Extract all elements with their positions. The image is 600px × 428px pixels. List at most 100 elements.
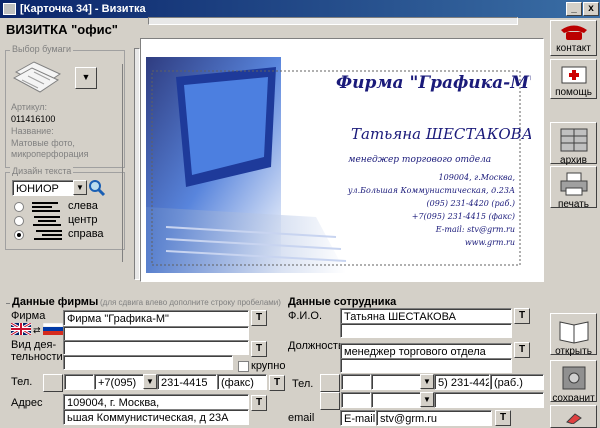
name-font-button[interactable]: T — [514, 308, 530, 324]
employee-phone2-number-input[interactable] — [434, 392, 544, 408]
app-icon — [3, 3, 16, 15]
card-addr1: 109004, г.Москва, — [438, 173, 515, 182]
position-label: Должность — [288, 340, 344, 352]
company-heading-line — [6, 303, 10, 304]
position-input[interactable]: менеджер торгового отдела — [340, 343, 512, 359]
eraser-button[interactable] — [550, 405, 597, 428]
phone-font-button[interactable]: T — [269, 375, 285, 391]
title-bar: [Карточка 34] - Визитка _ x — [0, 0, 600, 18]
window-title: [Карточка 34] - Визитка — [20, 3, 146, 15]
firm-input[interactable]: Фирма "Графика-М" — [63, 310, 249, 326]
article-label: Артикул: — [11, 102, 48, 112]
employee-phone2-code-select[interactable] — [371, 392, 421, 408]
employee-phone-number-input[interactable]: 5) 231-4420 — [434, 374, 490, 390]
font-select-value: ЮНИОР — [16, 183, 59, 195]
name-value-1: Матовые фото, — [11, 138, 75, 148]
align-left-label: слева — [68, 200, 98, 212]
minimize-button[interactable]: _ — [566, 2, 582, 16]
activity-input-line2[interactable] — [63, 355, 233, 370]
page-title: ВИЗИТКА "офис" — [6, 22, 118, 37]
email-font-button[interactable]: T — [495, 410, 511, 426]
align-center-radio[interactable] — [14, 216, 24, 226]
address-font-button[interactable]: T — [251, 395, 267, 411]
first-aid-icon — [558, 63, 590, 85]
archive-icon — [558, 127, 590, 153]
close-button[interactable]: x — [583, 2, 599, 16]
align-center-label: центр — [68, 214, 98, 226]
print-button[interactable]: печать — [550, 166, 597, 210]
position-font-button[interactable]: T — [514, 342, 530, 358]
align-left-radio[interactable] — [14, 202, 24, 212]
safe-icon — [558, 365, 590, 391]
activity-font-button[interactable]: T — [251, 341, 267, 357]
address-input-2[interactable]: ьшая Коммунистическая, д 23А — [63, 409, 249, 425]
paper-stack-icon — [12, 58, 64, 96]
name-value-2: микроперфорация — [11, 149, 89, 159]
align-right-radio[interactable] — [14, 230, 24, 240]
address-input-1[interactable]: 109004, г. Москва, — [63, 394, 249, 410]
contact-button[interactable]: контакт — [550, 20, 597, 56]
bold-checkbox[interactable] — [238, 361, 249, 372]
printer-icon — [558, 171, 590, 197]
email-prefix-input[interactable]: E-mail: — [340, 410, 376, 426]
save-button[interactable]: сохранит — [550, 360, 597, 402]
article-value: 011416100 — [11, 114, 56, 124]
company-hint: (для сдвига влево дополните строку пробе… — [100, 298, 281, 307]
business-card[interactable]: Фирма "Графика-М" Татьяна ШЕСТАКОВА мене… — [146, 57, 531, 273]
phone-prefix-input[interactable] — [64, 374, 94, 390]
language-flags-icon[interactable]: ⇄ — [10, 321, 64, 337]
employee-phone2-add-button[interactable] — [320, 392, 340, 410]
paper-dropdown-button[interactable]: ▼ — [75, 67, 97, 89]
save-label: сохранит — [552, 393, 595, 402]
help-button[interactable]: помощь — [550, 59, 597, 99]
employee-phone-label: Тел. — [292, 378, 314, 390]
font-select-arrow[interactable]: ▼ — [73, 180, 87, 195]
top-ruler[interactable] — [148, 17, 518, 25]
phone-number-input[interactable]: 231-4415 — [157, 374, 217, 390]
employee-phone-type-input[interactable]: (раб.) — [490, 374, 544, 390]
phone-code-arrow[interactable]: ▼ — [143, 374, 157, 389]
phone-type-input[interactable]: (факс) — [217, 374, 267, 390]
employee-phone2-code-arrow[interactable]: ▼ — [420, 392, 434, 407]
align-right-icon — [32, 229, 64, 241]
book-icon — [558, 318, 590, 344]
email-prefix-value: E-mail: — [344, 413, 376, 425]
firm-font-button[interactable]: T — [251, 310, 267, 326]
position-input-line2[interactable] — [340, 358, 512, 373]
align-center-icon — [32, 215, 64, 227]
card-position: менеджер торгового отдела — [348, 155, 492, 165]
card-company: Фирма "Графика-М" — [336, 73, 531, 93]
font-select[interactable]: ЮНИОР — [12, 180, 74, 196]
employee-phone-add-button[interactable] — [320, 374, 340, 392]
align-left-icon — [32, 201, 64, 213]
archive-label: архив — [560, 155, 587, 166]
phone-code-value: +7(095) — [98, 377, 137, 389]
name-label: Название: — [11, 126, 54, 136]
contact-label: контакт — [556, 43, 591, 54]
employee-phone-code-arrow[interactable]: ▼ — [420, 374, 434, 389]
phone-number-value: 231-4415 — [161, 377, 208, 389]
card-person: Татьяна ШЕСТАКОВА — [351, 125, 531, 143]
vertical-ruler-marks — [122, 64, 132, 262]
svg-text:⇄: ⇄ — [33, 326, 41, 335]
print-label: печать — [558, 199, 589, 210]
activity-input[interactable] — [63, 340, 249, 355]
search-icon[interactable] — [88, 179, 106, 197]
bold-label: крупно — [251, 360, 286, 372]
open-button[interactable]: открыть — [550, 313, 597, 357]
employee-phone-code-select[interactable] — [371, 374, 421, 390]
firm-input-line2[interactable] — [63, 326, 249, 341]
open-label: открыть — [555, 346, 592, 357]
company-heading: Данные фирмы — [12, 296, 99, 308]
archive-button[interactable]: архив — [550, 122, 597, 166]
phone-add-button[interactable] — [43, 374, 63, 392]
name-input[interactable]: Татьяна ШЕСТАКОВА — [340, 308, 512, 324]
phone-code-select[interactable]: +7(095) — [94, 374, 144, 390]
employee-phone2-prefix-input[interactable] — [341, 392, 371, 408]
eraser-icon — [565, 412, 583, 425]
name-input-line2[interactable] — [340, 323, 512, 338]
card-web: www.grm.ru — [464, 238, 515, 247]
employee-phone-type-value: (раб.) — [494, 377, 523, 389]
email-input[interactable]: stv@grm.ru — [376, 410, 492, 426]
employee-phone-prefix-input[interactable] — [341, 374, 371, 390]
